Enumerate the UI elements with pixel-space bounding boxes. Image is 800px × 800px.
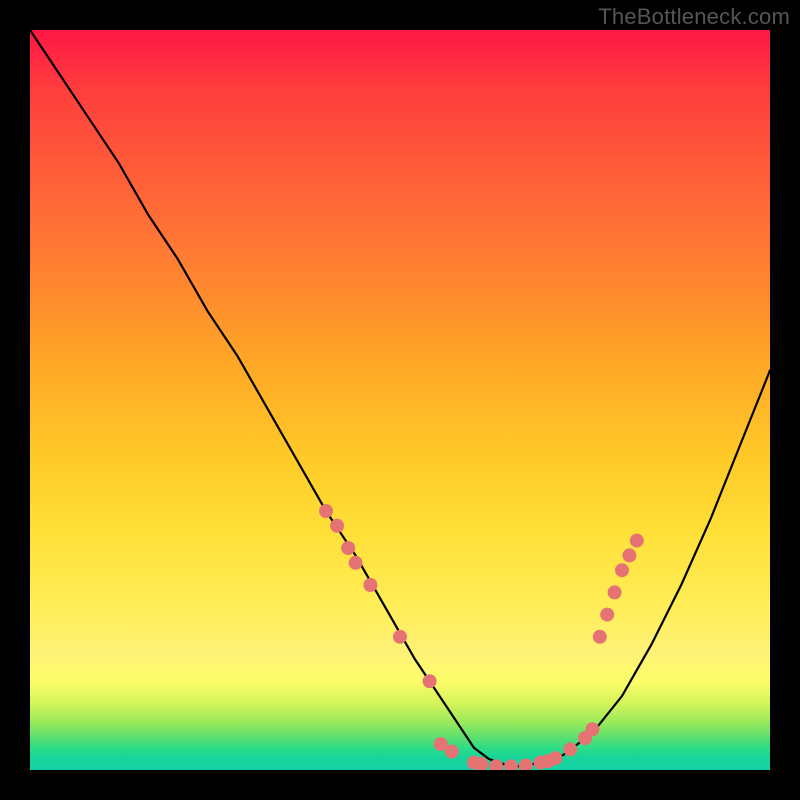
- watermark-text: TheBottleneck.com: [598, 4, 790, 30]
- marker-dot: [600, 608, 614, 622]
- marker-dot: [519, 759, 533, 770]
- marker-dot: [445, 745, 459, 759]
- marker-dot: [341, 541, 355, 555]
- marker-dot: [393, 630, 407, 644]
- marker-dot: [630, 534, 644, 548]
- chart-svg: [30, 30, 770, 770]
- marker-dot: [622, 548, 636, 562]
- bottleneck-curve: [30, 30, 770, 766]
- marker-dot: [504, 759, 518, 770]
- marker-dot: [349, 556, 363, 570]
- marker-dot: [423, 674, 437, 688]
- marker-dot: [330, 519, 344, 533]
- marker-dot: [563, 742, 577, 756]
- plot-area: [30, 30, 770, 770]
- curve-markers: [319, 504, 644, 770]
- marker-dot: [548, 751, 562, 765]
- marker-dot: [608, 585, 622, 599]
- marker-dot: [363, 578, 377, 592]
- marker-dot: [319, 504, 333, 518]
- marker-dot: [585, 722, 599, 736]
- marker-dot: [593, 630, 607, 644]
- marker-dot: [615, 563, 629, 577]
